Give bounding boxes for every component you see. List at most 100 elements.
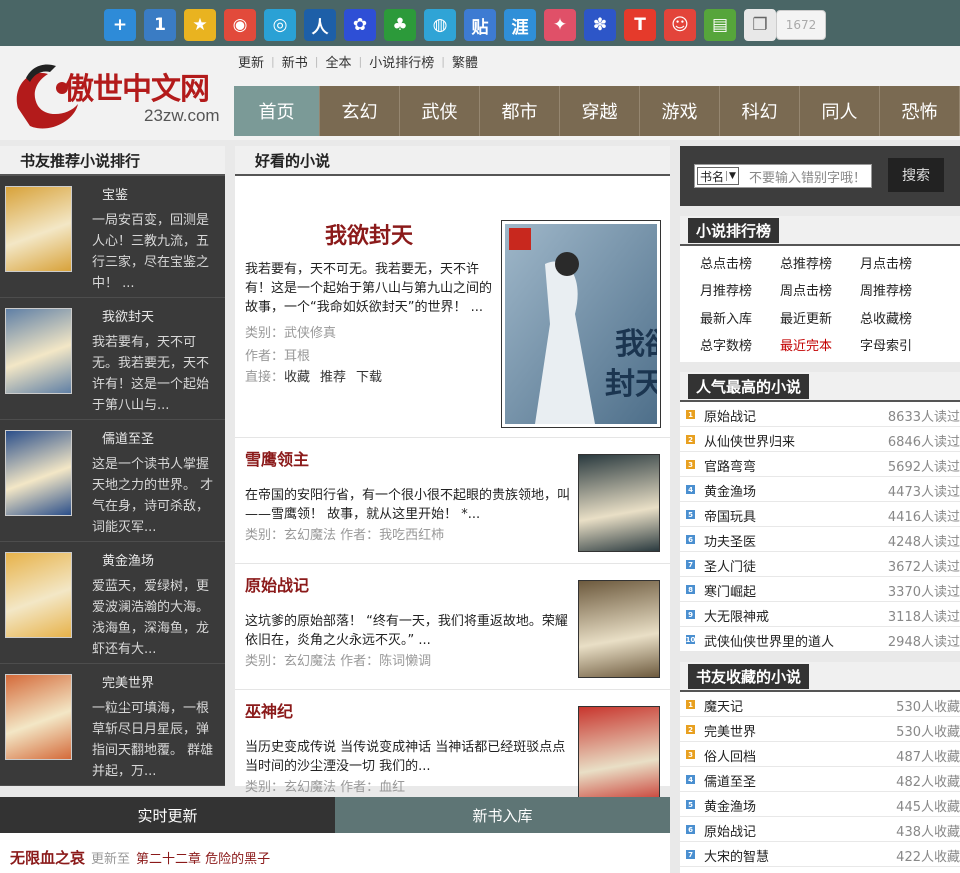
- search-button[interactable]: 搜索: [888, 158, 944, 192]
- book-title[interactable]: 宝鉴: [102, 184, 128, 203]
- rank-link[interactable]: 总点击榜: [700, 256, 780, 280]
- nav-item[interactable]: 游戏: [640, 86, 720, 136]
- nav-item[interactable]: 玄幻: [320, 86, 400, 136]
- top-link[interactable]: 更新: [238, 52, 264, 71]
- book-cover[interactable]: [5, 186, 72, 272]
- search-type-select[interactable]: 书名 ▼: [697, 167, 739, 185]
- clover-share-icon[interactable]: ♣: [384, 9, 416, 41]
- nav-item[interactable]: 都市: [480, 86, 560, 136]
- renren-share-icon[interactable]: 人: [304, 9, 336, 41]
- recommend-book-item[interactable]: 黄金渔场 爱蓝天，爱绿树，更爱波澜浩瀚的大海。浅海鱼，深海鱼，龙虾还有大...: [0, 542, 225, 664]
- featured-book-cover[interactable]: 我欲 封天: [501, 220, 675, 428]
- rank-book-name[interactable]: 完美世界: [704, 721, 756, 740]
- douban-share-icon[interactable]: 涯: [504, 9, 536, 41]
- nav-item[interactable]: 穿越: [560, 86, 640, 136]
- rank-book-name[interactable]: 从仙侠世界归来: [704, 431, 795, 450]
- tieba-share-icon[interactable]: 贴: [464, 9, 496, 41]
- novel-cover[interactable]: [578, 580, 660, 678]
- rank-book-name[interactable]: 圣人门徒: [704, 556, 756, 575]
- novel-title[interactable]: 原始战记: [245, 572, 309, 596]
- nav-item[interactable]: 武侠: [400, 86, 480, 136]
- top-link[interactable]: 全本: [325, 52, 351, 71]
- rank-book-name[interactable]: 儒道至圣: [704, 771, 756, 790]
- rank-book-name[interactable]: 帝国玩具: [704, 506, 756, 525]
- novel-cover[interactable]: [578, 706, 660, 804]
- rank-link[interactable]: 总收藏榜: [860, 311, 940, 335]
- update-book-title[interactable]: 无限血之哀: [10, 849, 85, 867]
- top-link[interactable]: 新书: [282, 52, 308, 71]
- rank-book-name[interactable]: 魔天记: [704, 696, 743, 715]
- star-share-icon[interactable]: ★: [184, 9, 216, 41]
- recommend-book-item[interactable]: 宝鉴 一局安百变，回测是人心！三教九流，五行三家，尽在宝鉴之中！ ...: [0, 176, 225, 298]
- kaixin-share-icon[interactable]: ✦: [544, 9, 576, 41]
- book-cover[interactable]: [5, 674, 72, 760]
- recommend-book-item[interactable]: 完美世界 一粒尘可填海，一根草斩尽日月星辰，弹指间天翻地覆。 群雄并起，万...: [0, 664, 225, 786]
- tab-realtime-updates[interactable]: 实时更新: [0, 797, 335, 833]
- rank-book-name[interactable]: 黄金渔场: [704, 481, 756, 500]
- rank-number: 4: [686, 775, 695, 784]
- book-share-icon[interactable]: ▤: [704, 9, 736, 41]
- recommend-link[interactable]: 推荐: [320, 370, 346, 385]
- nav-item[interactable]: 同人: [800, 86, 880, 136]
- one-share-icon[interactable]: 1: [144, 9, 176, 41]
- rank-book-name[interactable]: 武侠仙侠世界里的道人: [704, 631, 834, 650]
- tab-new-books[interactable]: 新书入库: [335, 797, 670, 833]
- rank-book-name[interactable]: 原始战记: [704, 821, 756, 840]
- baidu-share-icon[interactable]: ✿: [344, 9, 376, 41]
- rank-link[interactable]: 月点击榜: [860, 256, 940, 280]
- weibo-share-icon[interactable]: ◉: [224, 9, 256, 41]
- rank-book-name[interactable]: 大宋的智慧: [704, 846, 769, 865]
- top-link[interactable]: 小说排行榜: [369, 52, 434, 71]
- qzone-share-icon[interactable]: ◍: [424, 9, 456, 41]
- novel-cover[interactable]: [578, 454, 660, 552]
- search-input[interactable]: 不要输入错别字哦！: [749, 167, 866, 186]
- update-chapter[interactable]: 第二十二章 危险的黑子: [136, 852, 270, 867]
- book-title[interactable]: 完美世界: [102, 672, 154, 691]
- recommend-book-item[interactable]: 我欲封天 我若要有，天不可无。我若要无，天不许有！这是一个起始于第八山与...: [0, 298, 225, 420]
- rank-link[interactable]: 周点击榜: [780, 283, 860, 307]
- nav-item[interactable]: 科幻: [720, 86, 800, 136]
- plus-share-icon[interactable]: +: [104, 9, 136, 41]
- rank-link[interactable]: 最近完本: [780, 338, 860, 362]
- baidu-paw-share-icon[interactable]: ✽: [584, 9, 616, 41]
- book-title[interactable]: 儒道至圣: [102, 428, 154, 447]
- rank-book-name[interactable]: 原始战记: [704, 406, 756, 425]
- search-field[interactable]: 书名 ▼ 不要输入错别字哦！: [694, 164, 872, 188]
- rank-link[interactable]: 月推荐榜: [700, 283, 780, 307]
- rank-book-name[interactable]: 功夫圣医: [704, 531, 756, 550]
- site-logo[interactable]: 傲世中文网 23zw.com: [4, 52, 230, 136]
- featured-book-title[interactable]: 我欲封天: [325, 218, 413, 250]
- book-title[interactable]: 我欲封天: [102, 306, 154, 325]
- rank-link[interactable]: 字母索引: [860, 338, 940, 362]
- rank-row: 2 从仙侠世界归来 6846人读过: [680, 427, 960, 452]
- rank-link[interactable]: 总推荐榜: [780, 256, 860, 280]
- rank-book-name[interactable]: 官路弯弯: [704, 456, 756, 475]
- rank-value: 530人收藏: [896, 725, 960, 740]
- novel-title[interactable]: 雪鹰领主: [245, 446, 309, 470]
- rank-link[interactable]: 最新入库: [700, 311, 780, 335]
- rank-link[interactable]: 周推荐榜: [860, 283, 940, 307]
- nav-item[interactable]: 恐怖: [880, 86, 960, 136]
- smiley-share-icon[interactable]: ☺: [664, 9, 696, 41]
- rank-link[interactable]: 最近更新: [780, 311, 860, 335]
- rank-book-name[interactable]: 俗人回档: [704, 746, 756, 765]
- book-cover[interactable]: [5, 308, 72, 394]
- rank-book-name[interactable]: 寒门崛起: [704, 581, 756, 600]
- book-cover[interactable]: [5, 552, 72, 638]
- copy-share-icon[interactable]: ❐: [744, 9, 776, 41]
- download-link[interactable]: 下载: [356, 370, 382, 385]
- collect-link[interactable]: 收藏: [284, 370, 310, 385]
- top-link[interactable]: 繁體: [452, 52, 478, 71]
- tencent-weibo-share-icon[interactable]: ◎: [264, 9, 296, 41]
- t-share-icon[interactable]: T: [624, 9, 656, 41]
- recommend-book-item[interactable]: 儒道至圣 这是一个读书人掌握天地之力的世界。 才气在身，诗可杀敌，词能灭军...: [0, 420, 225, 542]
- nav-item[interactable]: 首页: [234, 86, 320, 136]
- novel-title[interactable]: 巫神纪: [245, 698, 293, 722]
- novel-item: 雪鹰领主 在帝国的安阳行省，有一个很小很不起眼的贵族领地，叫——雪鹰领！ 故事，就…: [235, 438, 670, 564]
- rank-value: 6846人读过: [887, 435, 960, 450]
- book-title[interactable]: 黄金渔场: [102, 550, 154, 569]
- rank-book-name[interactable]: 黄金渔场: [704, 796, 756, 815]
- rank-book-name[interactable]: 大无限神戒: [704, 606, 769, 625]
- book-cover[interactable]: [5, 430, 72, 516]
- rank-link[interactable]: 总字数榜: [700, 338, 780, 362]
